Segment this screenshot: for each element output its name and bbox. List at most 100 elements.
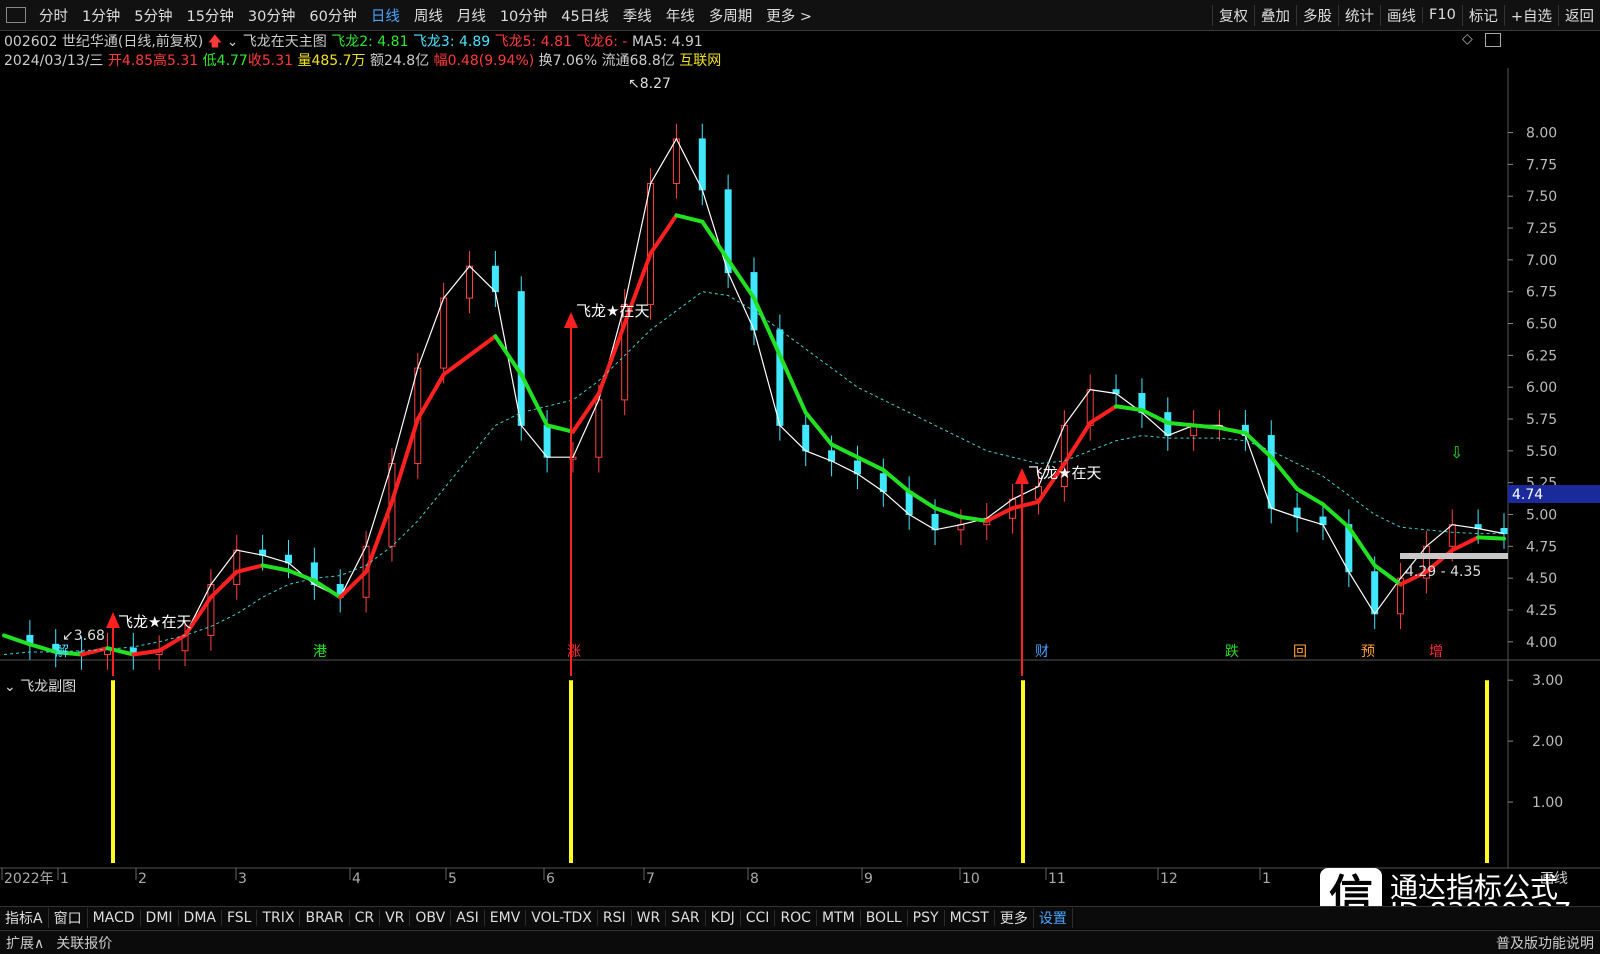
indicator-tab-16[interactable]: SAR [666, 910, 706, 926]
toolbar-button-4[interactable]: 画线 [1380, 4, 1422, 26]
period-tab-1[interactable]: 1分钟 [75, 5, 127, 26]
sub-chart-title-text: 飞龙副图 [20, 679, 77, 695]
feilong-trend-segment [855, 455, 886, 472]
toolbar-button-2[interactable]: 多股 [1296, 4, 1338, 26]
stock-code-name[interactable]: 002602 世纪华通(日线,前复权) [4, 34, 203, 50]
indicator-tab-19[interactable]: ROC [775, 910, 817, 926]
fl6-value: 飞龙6: - [576, 34, 628, 50]
feilong-trend-segment [570, 391, 601, 434]
diamond-icon[interactable]: ◇ [1462, 31, 1473, 47]
period-toolbar: 分时 1分钟 5分钟 15分钟 30分钟 60分钟 日线 周线 月线 10分钟 45日线 季线 年线 多周… [0, 0, 1600, 31]
price-tick-label: 4.50 [1526, 571, 1557, 587]
sub-chart: 3.00 2.00 1.00 [111, 673, 1563, 863]
feilong-trend-segment [493, 334, 524, 377]
period-tab-12[interactable]: 年线 [659, 5, 702, 26]
expand-button[interactable]: 扩展∧ [0, 933, 50, 953]
period-tab-9[interactable]: 10分钟 [493, 5, 554, 26]
help-link[interactable]: 普及版功能说明 [1490, 933, 1600, 953]
price-tick-label: 6.00 [1526, 380, 1557, 396]
indicator-tab-14[interactable]: RSI [598, 910, 632, 926]
period-tab-7[interactable]: 周线 [407, 5, 450, 26]
indicator-tab-4[interactable]: DMA [179, 910, 222, 926]
candle-body [207, 584, 215, 636]
indicator-tab-11[interactable]: ASI [451, 910, 485, 926]
feilong-trend-segment [1217, 425, 1248, 436]
period-tab-4[interactable]: 30分钟 [241, 5, 302, 26]
indicator-tab-24[interactable]: 更多 [995, 908, 1034, 928]
indicator-tab-3[interactable]: DMI [141, 910, 179, 926]
candle-body [647, 182, 655, 305]
indicator-tab-12[interactable]: EMV [485, 910, 527, 926]
feilong-trend-segment [79, 646, 110, 657]
indicator-tab-21[interactable]: BOLL [861, 910, 908, 926]
candle-body [698, 138, 706, 191]
layout-toggle-icon[interactable] [1485, 33, 1501, 47]
indicator-tab-2[interactable]: MACD [88, 910, 141, 926]
range-label: 4.29 - 4.35 [1405, 564, 1481, 580]
indicator-tab-22[interactable]: PSY [908, 910, 945, 926]
candle-body [1371, 571, 1379, 615]
indicator-tab-23[interactable]: MCST [945, 910, 995, 926]
indicator-tab-0[interactable]: 指标A [0, 908, 49, 928]
indicator-tab-15[interactable]: WR [632, 910, 667, 926]
toolbar-button-8[interactable]: 返回 [1558, 4, 1600, 26]
feilong-trend-segment [907, 489, 938, 511]
signal-arrowhead [1015, 468, 1029, 484]
indicator-tab-9[interactable]: VR [380, 910, 411, 926]
candle-body [595, 399, 603, 458]
period-tab-6[interactable]: 日线 [364, 5, 407, 26]
high-price: 高5.31 [153, 53, 199, 69]
indicator-tab-5[interactable]: FSL [222, 910, 258, 926]
toolbar-button-5[interactable]: F10 [1422, 7, 1462, 23]
indicator-tab-1[interactable]: 窗口 [49, 908, 88, 928]
toolbar-button-3[interactable]: 统计 [1338, 4, 1380, 26]
time-tick-label: 1 [1262, 871, 1271, 887]
sub-chart-title[interactable]: ⌄ 飞龙副图 [4, 676, 76, 696]
price-axis: 8.00 7.75 7.50 7.25 7.00 6.75 6.50 6.25 6.00 5.75… [1508, 126, 1557, 651]
signal-label-1: 飞龙★在天 [576, 302, 649, 320]
toolbar-button-0[interactable]: 复权 [1212, 4, 1254, 26]
feilong-trend-segment [2, 633, 32, 647]
event-marker-7: 增 [1429, 644, 1443, 660]
indicator-tab-6[interactable]: TRIX [257, 910, 301, 926]
toolbar-button-1[interactable]: 叠加 [1254, 4, 1296, 26]
toolbar-button-6[interactable]: 标记 [1461, 4, 1504, 26]
indicator-tab-7[interactable]: BRAR [300, 910, 350, 926]
indicator-tab-10[interactable]: OBV [410, 910, 452, 926]
indicator-tab-25[interactable]: 设置 [1034, 908, 1073, 928]
dropdown-icon[interactable]: ⌄ [227, 34, 239, 50]
indicator-tab-18[interactable]: CCI [741, 910, 776, 926]
collapse-icon[interactable]: ⌄ [4, 679, 16, 695]
indicator-tab-13[interactable]: VOL-TDX [526, 910, 598, 926]
candle-body [853, 460, 861, 475]
period-tab-5[interactable]: 60分钟 [302, 5, 363, 26]
period-tab-8[interactable]: 月线 [450, 5, 493, 26]
quote-date: 2024/03/13/三 [4, 53, 104, 69]
signal-label-0: 飞龙★在天 [118, 613, 191, 631]
period-tab-13[interactable]: 多周期 [702, 5, 760, 26]
indicator-tab-17[interactable]: KDJ [706, 910, 741, 926]
related-quote-button[interactable]: 关联报价 [50, 933, 118, 953]
time-tick-label: 2022年 [4, 871, 54, 887]
signal-label-2: 飞龙★在天 [1028, 464, 1101, 482]
indicator-tab-8[interactable]: CR [350, 910, 381, 926]
toolbar-button-7[interactable]: +自选 [1503, 4, 1558, 26]
period-tab-0[interactable]: 分时 [32, 5, 75, 26]
main-price-chart[interactable]: 8.00 7.75 7.50 7.25 7.00 6.75 6.50 6.25 6.00 5.75… [0, 68, 1600, 906]
indicator-tab-20[interactable]: MTM [817, 910, 861, 926]
period-tab-3[interactable]: 15分钟 [179, 5, 240, 26]
period-tab-2[interactable]: 5分钟 [127, 5, 179, 26]
price-tick-label: 6.50 [1526, 317, 1557, 333]
window-menu-icon[interactable] [6, 7, 26, 23]
period-tab-11[interactable]: 季线 [616, 5, 659, 26]
high-label: ↖8.27 [628, 76, 671, 92]
feilong-trend-segment [467, 334, 498, 358]
right-toolbar-buttons: 复权 叠加 多股 统计 画线 F10 标记 +自选 返回 [1212, 0, 1600, 30]
close-price: 收5.31 [247, 53, 294, 69]
period-tab-10[interactable]: 45日线 [554, 5, 615, 26]
indicator-name[interactable]: 飞龙在天主图 [243, 34, 327, 50]
feilong-trend-segment [105, 646, 136, 657]
time-tick-label: 9 [864, 871, 873, 887]
period-tab-14[interactable]: 更多 > [759, 5, 819, 26]
sector-link[interactable]: 互联网 [679, 53, 721, 69]
